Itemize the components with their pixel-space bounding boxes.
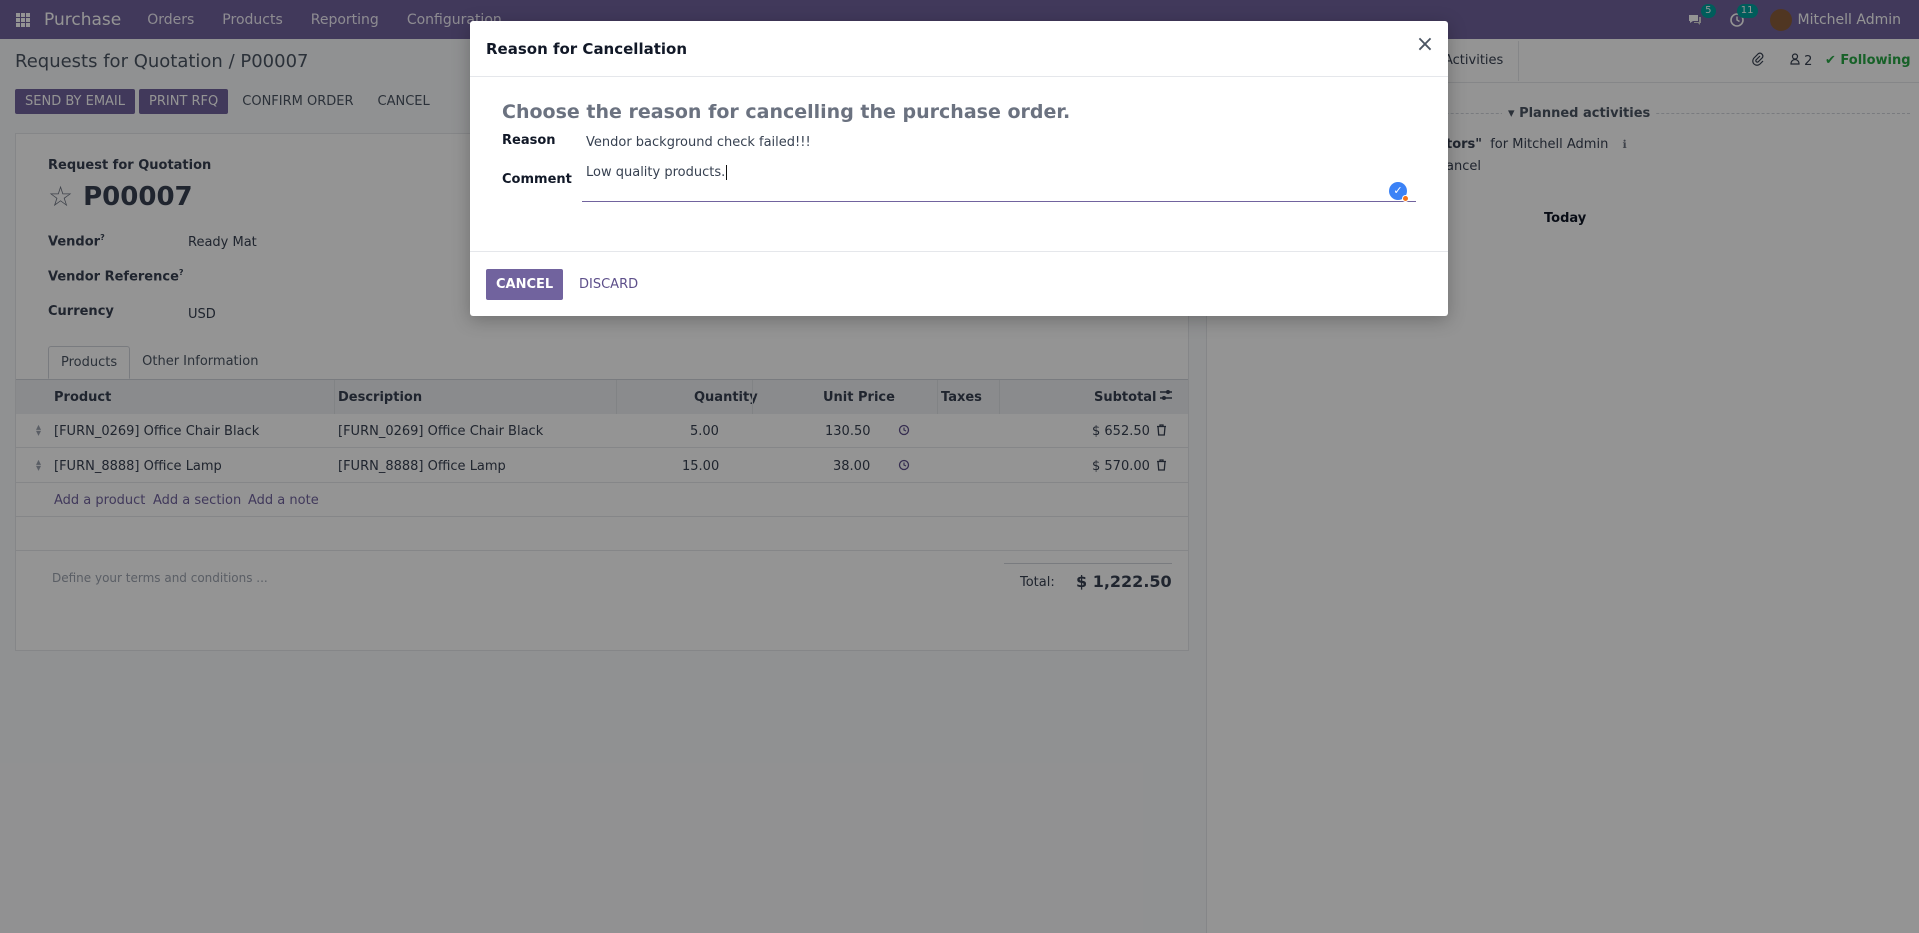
close-icon[interactable]: ×	[1415, 34, 1435, 56]
dialog-footer-divider	[470, 251, 1448, 252]
cancellation-dialog: Reason for Cancellation × Choose the rea…	[470, 21, 1448, 316]
reason-label: Reason	[502, 133, 556, 148]
dialog-lead-text: Choose the reason for cancelling the pur…	[502, 101, 1071, 123]
confirm-cancel-button[interactable]: CANCEL	[486, 269, 564, 300]
dialog-header: Reason for Cancellation ×	[470, 21, 1448, 77]
comment-label: Comment	[502, 172, 572, 187]
comment-field[interactable]: Low quality products. ✓	[582, 157, 1416, 202]
reason-field[interactable]: Vendor background check failed!!!	[586, 135, 811, 150]
discard-button[interactable]: DISCARD	[569, 269, 648, 300]
dialog-title: Reason for Cancellation	[486, 40, 688, 58]
comment-text: Low quality products.	[586, 165, 726, 180]
